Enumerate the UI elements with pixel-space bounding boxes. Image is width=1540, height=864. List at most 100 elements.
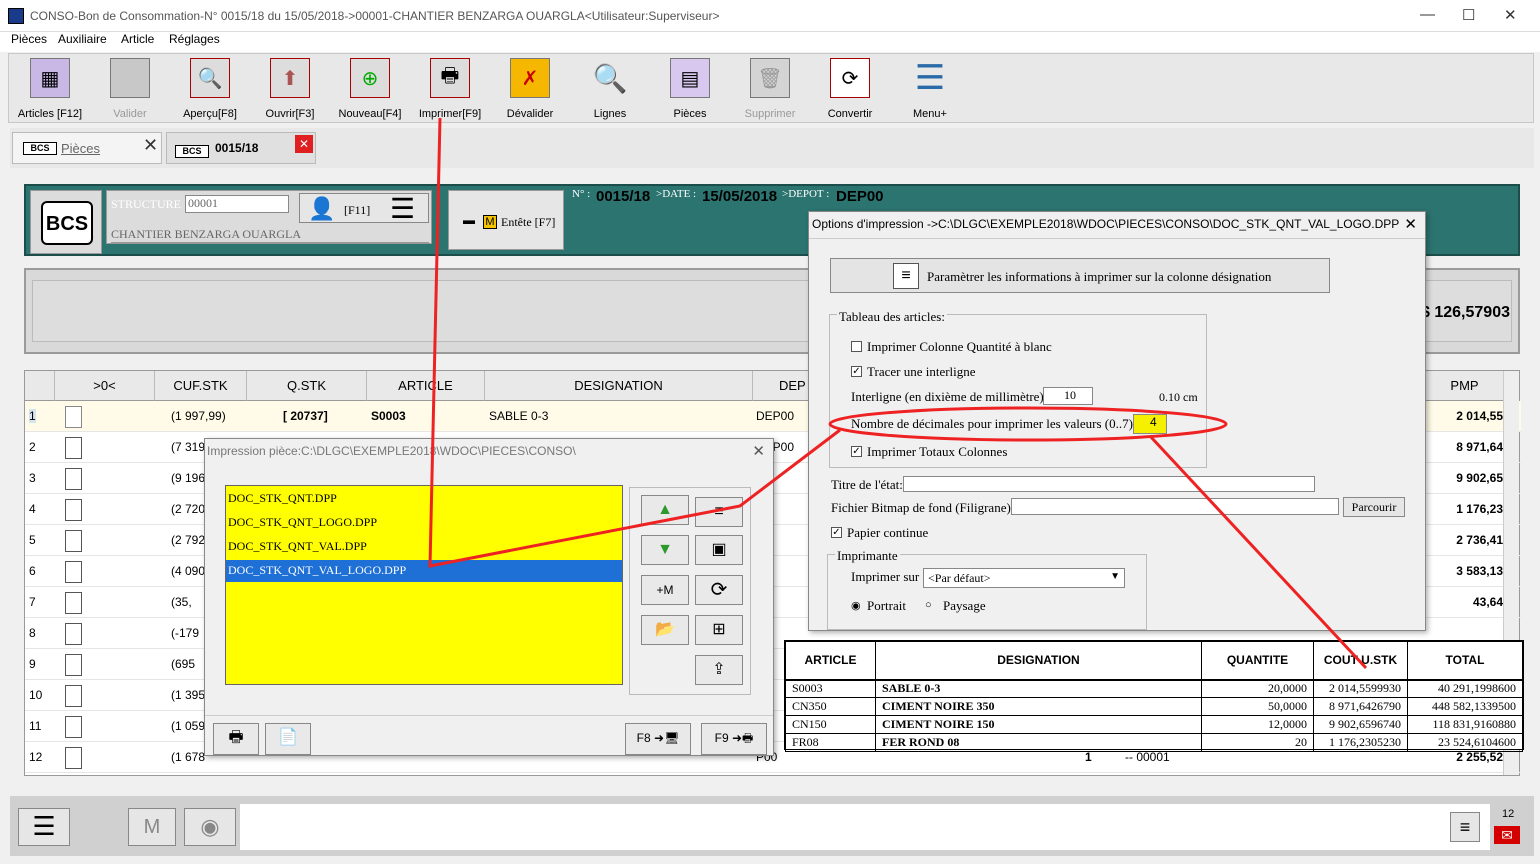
tab-document[interactable]: BCS 0015/18 ✕ (166, 132, 316, 164)
print-preview: ARTICLE DESIGNATION QUANTITE COUT U.STK … (784, 640, 1524, 752)
row-checkbox[interactable] (65, 623, 82, 645)
mail-icon[interactable]: ✉ (1494, 826, 1520, 844)
entete-button[interactable]: ▬ M Entête [F7] (448, 190, 564, 250)
row-checkbox[interactable] (65, 499, 82, 521)
list-item[interactable]: DOC_STK_QNT_LOGO.DPP (226, 512, 622, 534)
col-article[interactable]: ARTICLE (367, 371, 485, 401)
cell-pmp: 3 583,13 (1456, 564, 1503, 578)
f8-preview-button[interactable]: F8 ➜🖥 (625, 723, 691, 755)
row-checkbox[interactable] (65, 437, 82, 459)
printer-setup-button[interactable]: 🖶 (213, 723, 259, 755)
menu-pieces[interactable]: Pièces (11, 32, 47, 46)
col-qstk[interactable]: Q.STK (247, 371, 367, 401)
app-icon (8, 8, 24, 24)
decimals-input[interactable]: 4 (1133, 414, 1167, 434)
cell-pmp: 2 736,41 (1456, 533, 1503, 547)
close-window-button[interactable]: ✕ (1504, 6, 1517, 24)
printer-select[interactable]: <Par défaut> ▼ (923, 568, 1125, 588)
nouveau-button[interactable]: ⊕ Nouveau[F4] (333, 58, 407, 120)
row-checkbox[interactable] (65, 530, 82, 552)
bitmap-input[interactable] (1011, 498, 1339, 515)
articles-button[interactable]: ▦ Articles [F12] (13, 58, 87, 120)
row-number: 1 (29, 409, 36, 423)
col-mark[interactable]: >0< (55, 371, 155, 401)
portrait-radio[interactable]: ◉ (851, 599, 861, 612)
settings-sliders-button[interactable]: ≡ (695, 497, 743, 527)
row-checkbox[interactable] (65, 406, 82, 428)
m-button[interactable]: M (128, 808, 176, 846)
tab-bar: BCS Pièces ✕ BCS 0015/18 ✕ (10, 128, 1534, 168)
row-number: 10 (29, 688, 43, 702)
tab-document-close[interactable]: ✕ (295, 135, 313, 153)
imprimer-button[interactable]: 🖶 Imprimer[F9] (413, 58, 487, 120)
tab-pieces[interactable]: BCS Pièces ✕ (12, 132, 162, 164)
minimize-button[interactable]: — (1420, 6, 1435, 23)
qty-blank-checkbox[interactable] (851, 341, 862, 352)
col-designation[interactable]: DESIGNATION (485, 371, 753, 401)
cell-cuf: (2 720 (171, 502, 206, 516)
add-m-button[interactable]: +M (641, 575, 689, 605)
menu-reglages[interactable]: Réglages (169, 32, 220, 46)
no-label: N° : (572, 188, 591, 200)
list-item-selected[interactable]: DOC_STK_QNT_VAL_LOGO.DPP (226, 560, 622, 582)
move-down-button[interactable]: ▼ (641, 535, 689, 565)
dialog-title: Impression pièce:C:\DLGC\EXEMPLE2018\WDO… (207, 444, 576, 458)
pieces-button[interactable]: ▤ Pièces (653, 58, 727, 120)
dialog-close-button[interactable]: ✕ (752, 442, 765, 460)
row-checkbox[interactable] (65, 716, 82, 738)
bcs-logo: BCS (41, 201, 93, 245)
col-cuf[interactable]: CUF.STK (155, 371, 247, 401)
structure-label: STRUCTURE (111, 197, 182, 211)
valider-button[interactable]: Valider (93, 58, 167, 120)
tab-pieces-close[interactable]: ✕ (143, 135, 158, 156)
devalider-button[interactable]: ✗ Dévalider (493, 58, 567, 120)
interligne-input[interactable]: 10 (1043, 387, 1093, 405)
row-checkbox[interactable] (65, 592, 82, 614)
bottom-menu-button[interactable]: ☰ (18, 808, 70, 846)
cell-pmp: 9 902,65 (1456, 471, 1503, 485)
f9-print-button[interactable]: F9 ➜🖶 (701, 723, 767, 755)
move-up-button[interactable]: ▲ (641, 495, 689, 525)
list-item[interactable]: DOC_STK_QNT_VAL.DPP (226, 536, 622, 558)
pieces-icon: ▤ (670, 58, 710, 98)
supprimer-button[interactable]: 🗑 Supprimer (733, 58, 807, 120)
hamburger-icon[interactable]: ☰ (390, 192, 415, 225)
col-pmp[interactable]: PMP (1425, 371, 1505, 401)
papier-checkbox[interactable]: ✓ (831, 527, 842, 538)
list-item[interactable]: DOC_STK_QNT.DPP (226, 488, 622, 510)
edit-doc-button[interactable]: ▣ (695, 535, 743, 565)
paysage-radio[interactable]: ○ (925, 599, 932, 611)
menu-article[interactable]: Article (121, 32, 154, 46)
convertir-button[interactable]: ⟳ Convertir (813, 58, 887, 120)
param-designation-button[interactable]: ≡ Paramètrer les informations à imprimer… (830, 258, 1330, 293)
ouvrir-button[interactable]: ⬆ Ouvrir[F3] (253, 58, 327, 120)
totaux-checkbox[interactable]: ✓ (851, 446, 862, 457)
structure-code-field[interactable]: 00001 (185, 195, 289, 213)
maximize-button[interactable]: ☐ (1462, 6, 1475, 24)
menu-auxiliaire[interactable]: Auxiliaire (58, 32, 107, 46)
eye-button[interactable]: ◉ (184, 808, 236, 846)
user-button[interactable]: 👤 [F11] ☰ (299, 192, 429, 225)
document-button[interactable]: 📄 (265, 723, 311, 755)
row-checkbox[interactable] (65, 468, 82, 490)
row-checkbox[interactable] (65, 654, 82, 676)
open-folder-button[interactable]: 📂 (641, 615, 689, 645)
file-list[interactable]: DOC_STK_QNT.DPP DOC_STK_QNT_LOGO.DPP DOC… (225, 485, 623, 685)
settings-button[interactable]: ≡ (1450, 812, 1480, 842)
cell-designation: SABLE 0-3 (489, 409, 549, 423)
new-doc-button[interactable]: ⊞ (695, 615, 743, 645)
export-button[interactable]: ⇪ (695, 655, 743, 685)
row-checkbox[interactable] (65, 747, 82, 769)
dialog-close-button[interactable]: ✕ (1404, 215, 1417, 233)
menu-plus-button[interactable]: ☰ Menu+ (893, 58, 967, 120)
row-number: 4 (29, 502, 36, 516)
apercu-button[interactable]: 🔍 Aperçu[F8] (173, 58, 247, 120)
interligne-checkbox[interactable]: ✓ (851, 366, 862, 377)
row-checkbox[interactable] (65, 685, 82, 707)
lignes-button[interactable]: 🔍 Lignes (573, 58, 647, 121)
refresh-button[interactable]: ⟳ (695, 575, 743, 605)
cell-article: S0003 (371, 409, 406, 423)
titre-input[interactable] (903, 476, 1315, 492)
parcourir-button[interactable]: Parcourir (1343, 497, 1405, 517)
row-checkbox[interactable] (65, 561, 82, 583)
